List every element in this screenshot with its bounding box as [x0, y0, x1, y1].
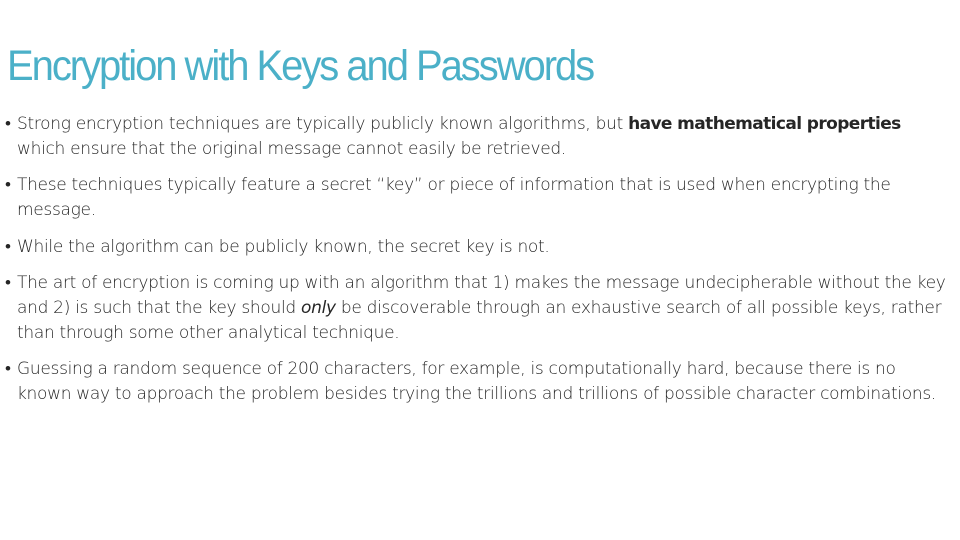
- bullet-item: • These techniques typically feature a s…: [5, 173, 950, 223]
- text-segment: which ensure that the original message c…: [17, 139, 566, 159]
- text-segment: These techniques typically feature a sec…: [17, 175, 891, 220]
- bullet-item: • Strong encryption techniques are typic…: [5, 112, 950, 162]
- bullet-item: • Guessing a random sequence of 200 char…: [5, 357, 950, 407]
- bullet-text: The art of encryption is coming up with …: [17, 273, 946, 343]
- bullet-dot-icon: •: [5, 273, 11, 293]
- bullet-item: • While the algorithm can be publicly kn…: [5, 235, 950, 260]
- bullet-dot-icon: •: [5, 359, 11, 379]
- bullet-text: While the algorithm can be publicly know…: [17, 237, 550, 257]
- bullet-list: • Strong encryption techniques are typic…: [5, 112, 950, 419]
- bullet-text: Strong encryption techniques are typical…: [17, 114, 901, 159]
- text-segment: While the algorithm can be publicly know…: [17, 237, 550, 257]
- slide-title: Encryption with Keys and Passwords: [7, 42, 595, 90]
- bullet-dot-icon: •: [5, 114, 11, 134]
- bullet-item: • The art of encryption is coming up wit…: [5, 271, 950, 346]
- bullet-text: Guessing a random sequence of 200 charac…: [17, 359, 936, 404]
- text-segment: Strong encryption techniques are typical…: [17, 114, 629, 134]
- bullet-dot-icon: •: [5, 175, 11, 195]
- text-segment: Guessing a random sequence of 200 charac…: [17, 359, 937, 404]
- bullet-text: These techniques typically feature a sec…: [17, 175, 891, 220]
- italic-text-segment: only: [301, 298, 336, 318]
- bullet-dot-icon: •: [5, 237, 11, 257]
- bold-text-segment: have mathematical properties: [628, 114, 901, 134]
- slide: Encryption with Keys and Passwords • Str…: [0, 0, 960, 540]
